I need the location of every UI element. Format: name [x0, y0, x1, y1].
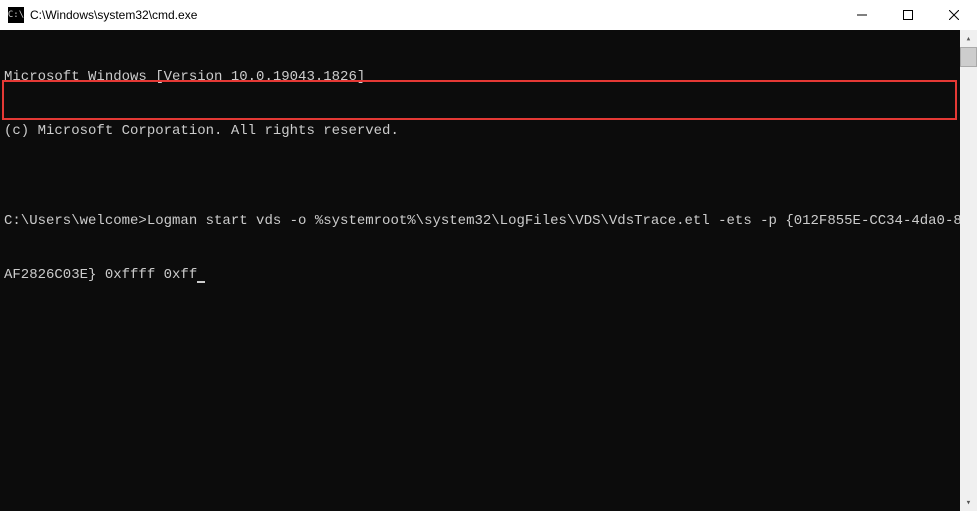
titlebar[interactable]: C:\ C:\Windows\system32\cmd.exe [0, 0, 977, 30]
window-title: C:\Windows\system32\cmd.exe [30, 8, 839, 22]
minimize-button[interactable] [839, 0, 885, 30]
terminal-content: Microsoft Windows [Version 10.0.19043.18… [4, 32, 973, 320]
maximize-button[interactable] [885, 0, 931, 30]
terminal-line: C:\Users\welcome>Logman start vds -o %sy… [4, 212, 973, 230]
terminal-line: (c) Microsoft Corporation. All rights re… [4, 122, 973, 140]
scroll-down-arrow[interactable]: ▾ [960, 494, 977, 511]
terminal-line: Microsoft Windows [Version 10.0.19043.18… [4, 68, 973, 86]
close-button[interactable] [931, 0, 977, 30]
scrollbar-thumb[interactable] [960, 47, 977, 67]
terminal-line: AF2826C03E} 0xffff 0xff [4, 266, 973, 284]
scrollbar[interactable]: ▴ ▾ [960, 30, 977, 511]
terminal[interactable]: Microsoft Windows [Version 10.0.19043.18… [0, 30, 977, 511]
scroll-up-arrow[interactable]: ▴ [960, 30, 977, 47]
window-controls [839, 0, 977, 30]
cursor [197, 281, 205, 283]
cmd-icon: C:\ [8, 7, 24, 23]
